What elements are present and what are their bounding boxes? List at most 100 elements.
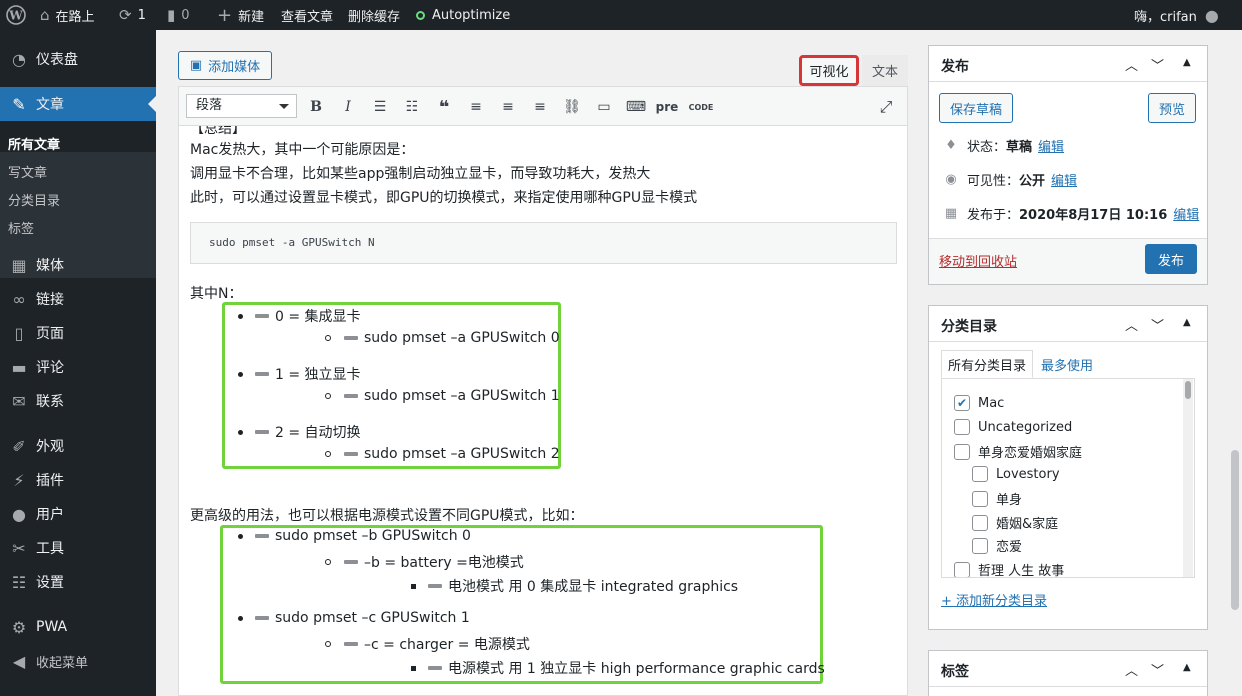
category-checkbox-single-love[interactable]: 单身恋爱婚姻家庭 <box>954 442 1082 461</box>
checkbox[interactable] <box>954 443 970 460</box>
toggle-panel-icon[interactable]: ▲ <box>1183 662 1191 673</box>
menu-users[interactable]: ● 用户 <box>0 497 156 531</box>
tab-text[interactable]: 文本 <box>862 55 908 86</box>
category-checkbox-philosophy[interactable]: 哲理 人生 故事 <box>954 560 1064 577</box>
italic-icon[interactable]: I <box>337 96 359 118</box>
tags-panel: 标签 ︿ ﹀ ▲ <box>928 650 1208 696</box>
checkbox[interactable] <box>972 537 988 554</box>
submenu-categories[interactable]: 分类目录 <box>8 190 60 209</box>
chevron-up-icon[interactable]: ︿ <box>1125 315 1138 334</box>
list-item: sudo pmset –a GPUSwitch 2 <box>325 446 560 462</box>
read-more-icon[interactable]: ▭ <box>593 96 615 118</box>
add-new-category-link[interactable]: + 添加新分类目录 <box>941 590 1047 609</box>
align-right-icon[interactable]: ≡ <box>529 96 551 118</box>
editor-content[interactable]: 【总结】 Mac发热大，其中一个可能原因是： 调用显卡不合理，比如某些app强制… <box>178 126 908 696</box>
autoptimize-link[interactable]: Autoptimize <box>416 0 510 30</box>
blockquote-icon[interactable]: ❝ <box>433 96 455 118</box>
category-checkbox-single[interactable]: 单身 <box>972 489 1022 508</box>
edit-status-link[interactable]: 编辑 <box>1038 136 1064 155</box>
page-scrollbar[interactable] <box>1228 30 1242 696</box>
tab-most-used[interactable]: 最多使用 <box>1037 350 1097 378</box>
site-name-link[interactable]: ⌂ 在路上 <box>40 0 95 30</box>
tab-all-categories[interactable]: 所有分类目录 <box>941 350 1033 378</box>
categories-panel: 分类目录 ︿ ﹀ ▲ 所有分类目录 最多使用 ✔ Mac Uncategorize… <box>928 305 1208 630</box>
panel-header: 发布 ︿ ﹀ ▲ <box>929 46 1207 82</box>
comments-link[interactable]: ▮ 0 <box>167 0 190 30</box>
menu-comments[interactable]: ▬ 评论 <box>0 350 156 384</box>
editor-toolbar: 段落 B I ☰ ☷ ❝ ≡ ≡ ≡ ⛓ ▭ ⌨ pre CODE ⤢ <box>178 86 908 126</box>
admin-bar: W ⌂ 在路上 ⟳ 1 ▮ 0 + 新建 查看文章 删除缓存 Autoptimi… <box>0 0 1242 30</box>
updates-link[interactable]: ⟳ 1 <box>119 0 146 30</box>
menu-appearance[interactable]: ✐ 外观 <box>0 429 156 463</box>
chevron-down-icon[interactable]: ﹀ <box>1151 315 1164 334</box>
link-icon[interactable]: ⛓ <box>561 96 583 118</box>
checkbox[interactable] <box>972 466 988 482</box>
move-to-trash-link[interactable]: 移动到回收站 <box>939 251 1017 270</box>
account-menu[interactable]: 嗨，crifan ● <box>1134 0 1225 30</box>
category-checkbox-love[interactable]: 恋爱 <box>972 536 1022 555</box>
list-item: sudo pmset –a GPUSwitch 1 <box>325 388 560 404</box>
toggle-panel-icon[interactable]: ▲ <box>1183 57 1191 68</box>
toggle-panel-icon[interactable]: ▲ <box>1183 317 1191 328</box>
save-draft-button[interactable]: 保存草稿 <box>939 93 1013 123</box>
new-content-link[interactable]: + 新建 <box>217 0 264 30</box>
category-checkbox-mac[interactable]: ✔ Mac <box>954 395 1004 411</box>
category-checkbox-lovestory[interactable]: Lovestory <box>972 466 1060 482</box>
fullscreen-icon[interactable]: ⤢ <box>875 96 897 118</box>
menu-dashboard[interactable]: ◔ 仪表盘 <box>0 42 156 76</box>
bullet-list-icon[interactable]: ☰ <box>369 96 391 118</box>
wordpress-logo-icon[interactable]: W <box>6 0 26 30</box>
toolbar-toggle-icon[interactable]: ⌨ <box>625 96 647 118</box>
category-checkbox-uncategorized[interactable]: Uncategorized <box>954 419 1072 435</box>
add-media-button[interactable]: ▣ 添加媒体 <box>178 51 272 80</box>
submenu-tags[interactable]: 标签 <box>8 218 34 237</box>
checkbox[interactable] <box>954 561 970 577</box>
submenu-all-posts[interactable]: 所有文章 <box>8 134 60 153</box>
align-center-icon[interactable]: ≡ <box>497 96 519 118</box>
checkbox[interactable] <box>954 419 970 435</box>
menu-settings[interactable]: ☷ 设置 <box>0 565 156 599</box>
code-icon[interactable]: CODE <box>688 96 714 118</box>
updates-icon: ⟳ <box>119 6 132 24</box>
tab-visual[interactable]: 可视化 <box>799 55 859 86</box>
chevron-up-icon[interactable]: ︿ <box>1125 660 1138 679</box>
menu-tools[interactable]: ✂ 工具 <box>0 531 156 565</box>
menu-collapse[interactable]: ◀ 收起菜单 <box>0 644 156 678</box>
publish-actions: 移动到回收站 发布 <box>929 238 1207 284</box>
menu-contact[interactable]: ✉ 联系 <box>0 384 156 418</box>
checkbox[interactable] <box>972 514 988 531</box>
align-left-icon[interactable]: ≡ <box>465 96 487 118</box>
chevron-down-icon[interactable]: ﹀ <box>1151 660 1164 679</box>
submenu-new-post[interactable]: 写文章 <box>8 162 47 181</box>
checkbox[interactable] <box>972 490 988 507</box>
preview-button[interactable]: 预览 <box>1148 93 1196 123</box>
format-select[interactable]: 段落 <box>186 94 297 118</box>
menu-pages[interactable]: ▯ 页面 <box>0 316 156 350</box>
svg-text:W: W <box>8 9 23 23</box>
edit-date-link[interactable]: 编辑 <box>1173 204 1199 223</box>
list-item: sudo pmset –a GPUSwitch 0 <box>325 330 560 346</box>
pre-icon[interactable]: pre <box>656 96 679 118</box>
view-post-link[interactable]: 查看文章 <box>281 0 333 30</box>
bold-icon[interactable]: B <box>305 96 327 118</box>
publish-button[interactable]: 发布 <box>1145 244 1197 274</box>
menu-media[interactable]: ▦ 媒体 <box>0 248 156 282</box>
menu-pwa[interactable]: ⚙ PWA <box>0 610 156 644</box>
menu-links[interactable]: ∞ 链接 <box>0 282 156 316</box>
chevron-up-icon[interactable]: ︿ <box>1125 55 1138 74</box>
menu-plugins[interactable]: ⚡ 插件 <box>0 463 156 497</box>
edit-visibility-link[interactable]: 编辑 <box>1051 170 1077 189</box>
list-item: 电池模式 用 0 集成显卡 integrated graphics <box>411 576 738 596</box>
numbered-list-icon[interactable]: ☷ <box>401 96 423 118</box>
scroll-thumb[interactable] <box>1231 450 1239 610</box>
panel-title: 分类目录 <box>941 319 997 335</box>
chevron-down-icon[interactable]: ﹀ <box>1151 55 1164 74</box>
scroll-thumb[interactable] <box>1185 381 1191 399</box>
purge-cache-link[interactable]: 删除缓存 <box>348 0 400 30</box>
category-scrollbar[interactable] <box>1183 379 1193 577</box>
checkbox[interactable]: ✔ <box>954 395 970 411</box>
panel-title: 发布 <box>941 59 969 75</box>
category-checkbox-marriage[interactable]: 婚姻&家庭 <box>972 513 1058 532</box>
menu-posts[interactable]: ✎ 文章 <box>0 87 156 121</box>
brush-icon: ✐ <box>12 436 26 456</box>
